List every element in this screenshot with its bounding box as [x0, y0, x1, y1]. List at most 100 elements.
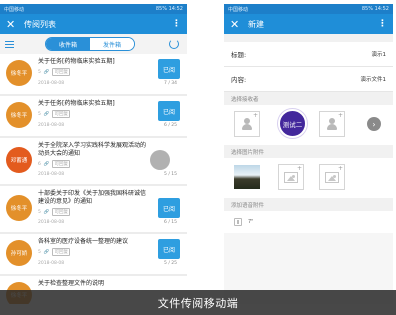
- mailbox-switch: 收件箱 发件箱: [45, 37, 135, 51]
- list-item[interactable]: 孙可娇 各科室的医疗设备统一整理的建议 5 🔗 可回复 2018-08-08 5…: [0, 234, 187, 274]
- link-icon: 🔗: [43, 161, 50, 167]
- avatar: 邓蓄通: [6, 147, 32, 173]
- add-image-button[interactable]: +: [319, 164, 345, 190]
- view-count: 5 / 25: [164, 261, 177, 266]
- page-title: 新建: [248, 19, 264, 29]
- view-count: 6 / 25: [164, 123, 177, 128]
- floating-action-button[interactable]: [150, 150, 170, 170]
- menu-icon[interactable]: [5, 40, 14, 48]
- attachment-count: 5: [38, 249, 41, 255]
- circulation-list: 徐冬平 关于任务[药物临床实验五期] 5 🔗 可回复 2018-08-08 7 …: [0, 54, 187, 304]
- app-header: ✕ 新建 ⋮: [224, 14, 393, 34]
- item-meta: 6 🔗 可回复: [38, 160, 70, 168]
- avatar: 徐冬平: [6, 60, 32, 86]
- carrier-text: 中国移动: [228, 6, 249, 13]
- image-icon: [284, 171, 298, 183]
- avatar: 徐冬平: [6, 195, 32, 221]
- item-date: 2018-08-08: [38, 261, 65, 266]
- mark-read-button[interactable]: 已阅: [158, 59, 180, 79]
- new-circulation-screen: 中国移动 85% 14:52 ✕ 新建 ⋮ 标题: 演示1 内容: 演示文件1 …: [224, 4, 393, 304]
- item-date: 2018-08-08: [38, 81, 65, 86]
- recipient-avatar[interactable]: 测试二: [278, 109, 307, 138]
- view-count: 5 / 15: [164, 172, 177, 177]
- attachment-count: 5: [38, 209, 41, 215]
- more-options-icon[interactable]: ⋮: [172, 19, 181, 29]
- add-image-button[interactable]: +: [278, 164, 304, 190]
- voice-icon: [234, 218, 242, 226]
- reply-status: 可回复: [52, 68, 70, 76]
- reply-status: 可回复: [52, 248, 70, 256]
- title-field[interactable]: 标题: 演示1: [224, 42, 393, 67]
- list-item[interactable]: 徐冬平 关于任务[药物临床实验五期] 5 🔗 可回复 2018-08-08 7 …: [0, 54, 187, 94]
- title-value[interactable]: 演示1: [372, 50, 387, 58]
- link-icon: 🔗: [43, 249, 50, 255]
- audio-attachment[interactable]: 7": [224, 211, 393, 233]
- chevron-right-icon[interactable]: ›: [367, 117, 381, 131]
- more-options-icon[interactable]: ⋮: [378, 19, 387, 29]
- avatar: 孙可娇: [6, 240, 32, 266]
- item-meta: 5 🔗 可回复: [38, 208, 70, 216]
- audio-section-label: 添加语音附件: [224, 198, 393, 211]
- app-header: ✕ 传阅列表 ⋮: [0, 14, 187, 34]
- recipients-section-label: 选择接收者: [224, 92, 393, 105]
- battery-time-text: 85% 14:52: [361, 6, 389, 12]
- status-bar: 中国移动 85% 14:52: [224, 4, 393, 14]
- avatar: 徐冬平: [6, 102, 32, 128]
- add-recipient-button[interactable]: +: [234, 111, 260, 137]
- title-label: 标题:: [231, 51, 247, 59]
- close-icon[interactable]: ✕: [6, 18, 20, 31]
- add-recipient-button[interactable]: +: [319, 111, 345, 137]
- close-icon[interactable]: ✕: [230, 18, 244, 31]
- content-field[interactable]: 内容: 演示文件1: [224, 67, 393, 92]
- mark-read-button[interactable]: 已阅: [158, 101, 180, 121]
- reply-status: 可回复: [52, 160, 70, 168]
- images-row: + +: [224, 158, 393, 198]
- images-section-label: 选择图片附件: [224, 145, 393, 158]
- item-meta: 5 🔗 可回复: [38, 248, 70, 256]
- tab-inbox[interactable]: 收件箱: [46, 38, 90, 50]
- plus-icon: +: [337, 165, 343, 172]
- circulation-list-screen: 中国移动 85% 14:52 ✕ 传阅列表 ⋮ 收件箱 发件箱 徐冬平 关于任务…: [0, 4, 187, 304]
- tab-outbox[interactable]: 发件箱: [90, 38, 134, 50]
- caption-banner: 文件传阅移动端: [0, 290, 396, 315]
- content-label: 内容:: [231, 76, 247, 84]
- list-item[interactable]: 徐冬平 关于任务[药物临床实验五期] 5 🔗 可回复 2018-08-08 6 …: [0, 96, 187, 136]
- item-title: 关于任务[药物临床实验五期]: [38, 100, 115, 107]
- mark-read-button[interactable]: 已阅: [158, 198, 180, 218]
- reply-status: 可回复: [52, 110, 70, 118]
- person-icon: [242, 118, 252, 130]
- item-title: 十部委关于印发《关于加强我国科研诚信建设的意见》的通知: [38, 190, 147, 205]
- battery-time-text: 85% 14:52: [155, 6, 183, 12]
- content-value[interactable]: 演示文件1: [361, 75, 387, 83]
- audio-duration: 7": [248, 219, 254, 225]
- item-date: 2018-08-08: [38, 220, 65, 225]
- item-meta: 5 🔗 可回复: [38, 110, 70, 118]
- recipients-row: + 测试二 + ›: [224, 105, 393, 145]
- attached-photo-thumbnail[interactable]: [234, 165, 260, 189]
- item-meta: 5 🔗 可回复: [38, 68, 70, 76]
- item-date: 2018-08-08: [38, 172, 65, 177]
- plus-icon: +: [337, 112, 343, 119]
- link-icon: 🔗: [43, 69, 50, 75]
- spacer: [224, 34, 393, 42]
- status-bar: 中国移动 85% 14:52: [0, 4, 187, 14]
- view-count: 6 / 15: [164, 220, 177, 225]
- person-icon: [327, 118, 337, 130]
- mark-read-button[interactable]: 已阅: [158, 239, 180, 259]
- refresh-icon[interactable]: [169, 39, 179, 49]
- plus-icon: +: [296, 165, 302, 172]
- item-date: 2018-08-08: [38, 123, 65, 128]
- reply-status: 可回复: [52, 208, 70, 216]
- image-icon: [325, 171, 339, 183]
- carrier-text: 中国移动: [4, 6, 25, 13]
- screenshot-stage: 中国移动 85% 14:52 ✕ 传阅列表 ⋮ 收件箱 发件箱 徐冬平 关于任务…: [0, 0, 396, 315]
- item-title: 关于全院深入学习实践科学发展观活动的动员大会的通知: [38, 142, 147, 157]
- item-title: 关于任务[药物临床实验五期]: [38, 58, 115, 65]
- attachment-count: 5: [38, 69, 41, 75]
- view-count: 7 / 34: [164, 81, 177, 86]
- attachment-count: 6: [38, 161, 41, 167]
- tab-bar: 收件箱 发件箱: [0, 34, 187, 54]
- plus-icon: +: [252, 112, 258, 119]
- attachment-count: 5: [38, 111, 41, 117]
- list-item[interactable]: 徐冬平 十部委关于印发《关于加强我国科研诚信建设的意见》的通知 5 🔗 可回复 …: [0, 186, 187, 232]
